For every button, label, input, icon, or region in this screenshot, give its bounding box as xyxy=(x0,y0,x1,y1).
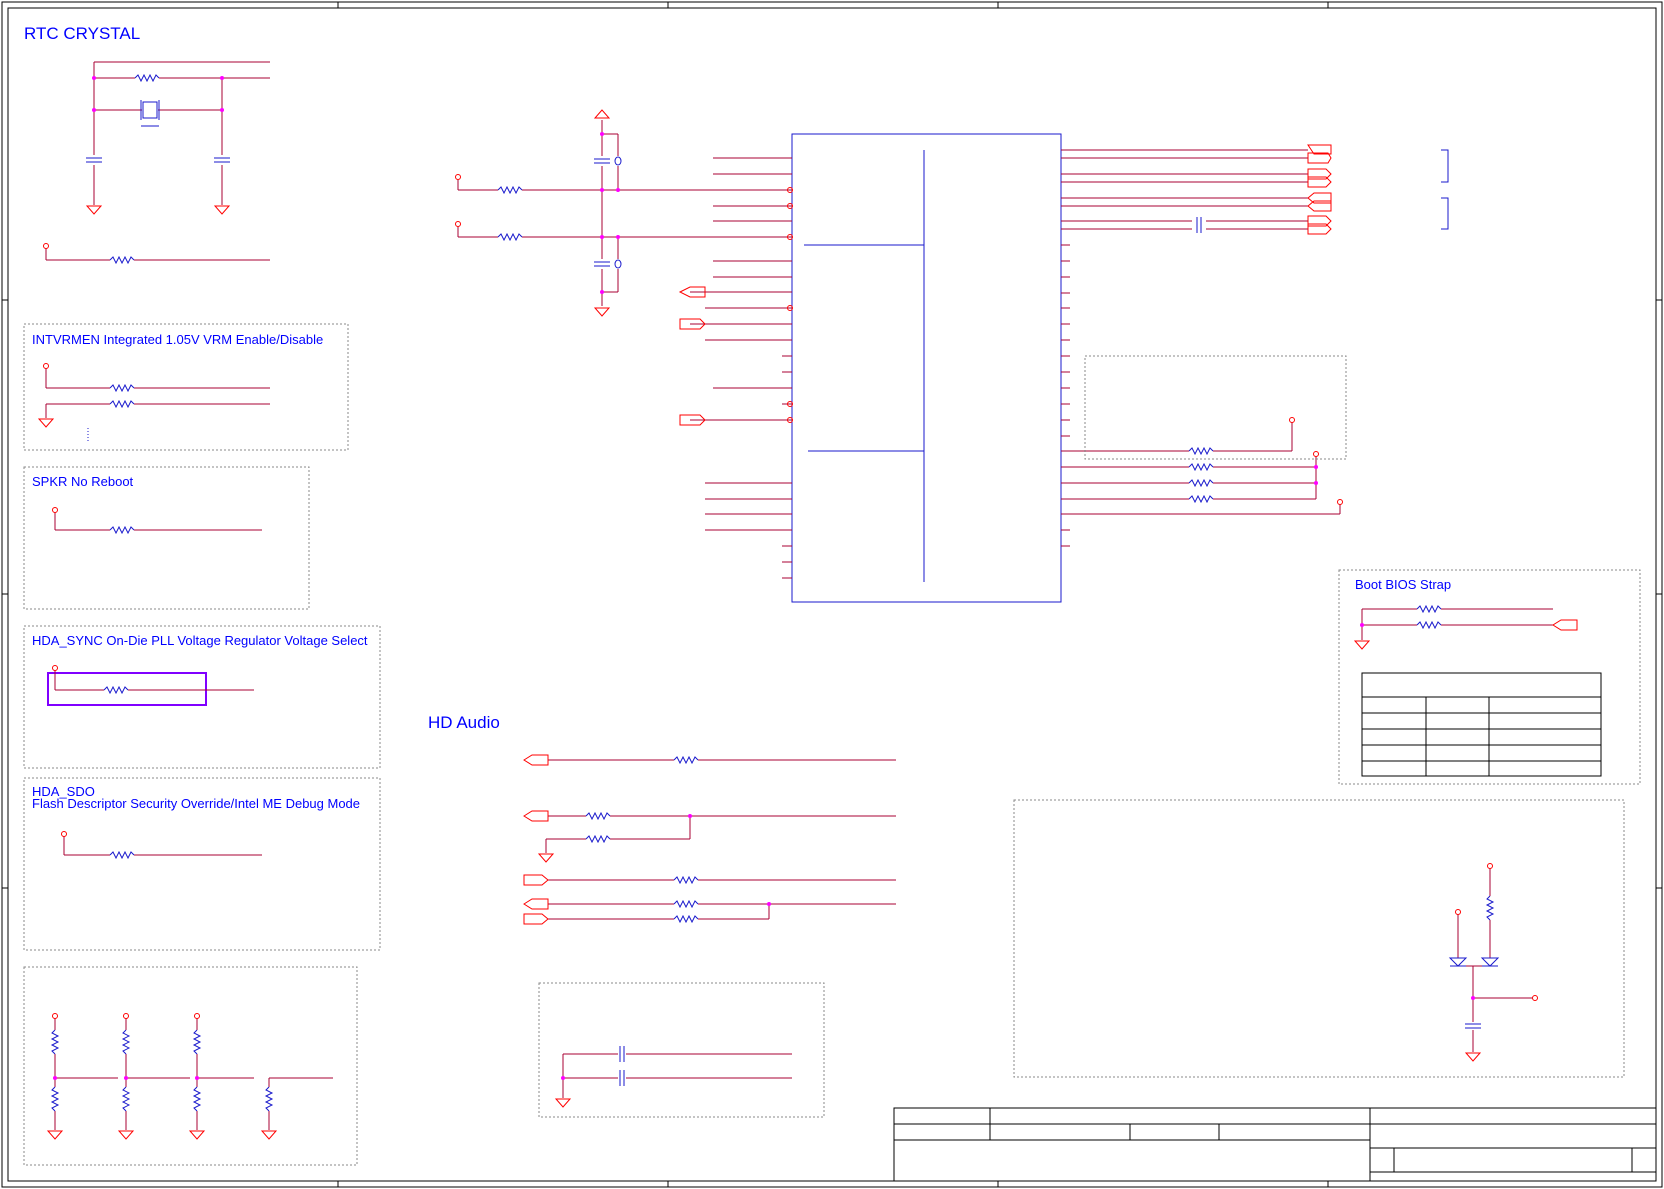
ground-symbol xyxy=(189,1130,205,1140)
ac-coupling-cap xyxy=(1196,216,1202,234)
pch-series-resistor xyxy=(497,186,523,194)
ground-symbol xyxy=(47,1130,63,1140)
hda-resistor xyxy=(585,812,611,820)
power-symbol xyxy=(123,1013,129,1019)
diode-cap xyxy=(1464,1023,1482,1029)
power-symbol xyxy=(43,363,49,369)
pch-strap-resistor xyxy=(1188,479,1214,487)
crystal-symbol xyxy=(140,100,160,127)
rtc-crystal-circuit xyxy=(45,61,270,261)
power-symbol xyxy=(1337,499,1343,505)
bracket-marks xyxy=(1441,149,1449,230)
diode-symbol xyxy=(1448,957,1500,967)
diode-circuit-box xyxy=(1013,799,1625,1078)
power-symbol xyxy=(455,174,461,180)
pch-strap-resistor xyxy=(1188,495,1214,503)
pch-strap-resistor xyxy=(1188,463,1214,471)
power-symbol xyxy=(52,665,58,671)
hda-sdo-resistor xyxy=(109,851,135,859)
power-symbol xyxy=(1455,909,1461,915)
pch-series-resistor xyxy=(497,233,523,241)
ground-symbol xyxy=(1465,1052,1481,1062)
rtc-reset-resistor xyxy=(109,256,135,264)
hda-resistor xyxy=(673,756,699,764)
power-symbol xyxy=(1487,863,1493,869)
spkr-resistor xyxy=(109,526,135,534)
power-symbol xyxy=(1313,451,1319,457)
intvrmen-title: INTVRMEN Integrated 1.05V VRM Enable/Dis… xyxy=(32,332,324,347)
schematic-sheet xyxy=(1,1,1663,1188)
ground-symbol xyxy=(594,307,610,317)
power-symbol xyxy=(455,221,461,227)
decoupling-cap xyxy=(593,158,611,164)
ground-symbol xyxy=(1354,640,1370,650)
boot-bios-title: Boot BIOS Strap xyxy=(1355,577,1452,592)
hda-resistor xyxy=(673,900,699,908)
power-symbol xyxy=(61,831,67,837)
strap-resistors xyxy=(51,1029,273,1112)
power-symbol xyxy=(1532,995,1538,1001)
pch-right-pins xyxy=(1061,149,1341,547)
filter-cap xyxy=(619,1045,625,1063)
ground-symbol xyxy=(555,1098,571,1108)
ground-symbol xyxy=(118,1130,134,1140)
pch-left-ports xyxy=(593,109,793,426)
title-block xyxy=(893,1107,1657,1182)
pch-block xyxy=(791,133,1062,603)
rtc-resistor xyxy=(134,74,160,82)
hda-sdo-subtitle: Flash Descriptor Security Override/Intel… xyxy=(32,796,361,811)
hda-resistor xyxy=(673,876,699,884)
ground-symbol xyxy=(86,205,102,215)
spkr-title: SPKR No Reboot xyxy=(32,474,134,489)
boot-bios-resistor xyxy=(1416,621,1442,629)
hd-audio-ports xyxy=(523,754,549,925)
rtc-cap-right xyxy=(213,157,231,163)
hda-sync-resistor xyxy=(103,686,129,694)
rtc-crystal-title: RTC CRYSTAL xyxy=(24,24,141,43)
power-symbol xyxy=(1289,417,1295,423)
hda-resistor xyxy=(585,835,611,843)
power-symbol xyxy=(194,1013,200,1019)
rtc-cap-left xyxy=(85,157,103,163)
pch-internal-lines xyxy=(804,150,925,582)
hd-audio-title: HD Audio xyxy=(428,713,500,732)
boot-bios-resistor xyxy=(1416,605,1442,613)
power-symbol xyxy=(52,507,58,513)
hd-audio-nets xyxy=(545,759,896,920)
diode-pullup-resistor xyxy=(1486,895,1494,921)
hda-resistor xyxy=(673,915,699,923)
ground-symbol xyxy=(38,418,54,428)
power-symbol xyxy=(52,1013,58,1019)
sheet-frame xyxy=(1,1,1663,1188)
strap-resistor-box xyxy=(23,966,358,1166)
hda-sync-title: HDA_SYNC On-Die PLL Voltage Regulator Vo… xyxy=(32,633,368,648)
pch-option-box xyxy=(1084,355,1347,460)
intvrmen-pulldown-resistor xyxy=(109,400,135,408)
ground-symbol xyxy=(214,205,230,215)
boot-bios-table xyxy=(1361,672,1602,777)
decoupling-cap xyxy=(593,261,611,267)
pch-right-ports xyxy=(1307,144,1332,235)
filter-cap xyxy=(619,1069,625,1087)
intvrmen-pullup-resistor xyxy=(109,384,135,392)
cap-filter-box xyxy=(538,982,825,1118)
ground-symbol xyxy=(538,853,554,863)
pch-strap-resistor xyxy=(1188,447,1214,455)
ground-symbol xyxy=(261,1130,277,1140)
power-symbol xyxy=(43,243,49,249)
